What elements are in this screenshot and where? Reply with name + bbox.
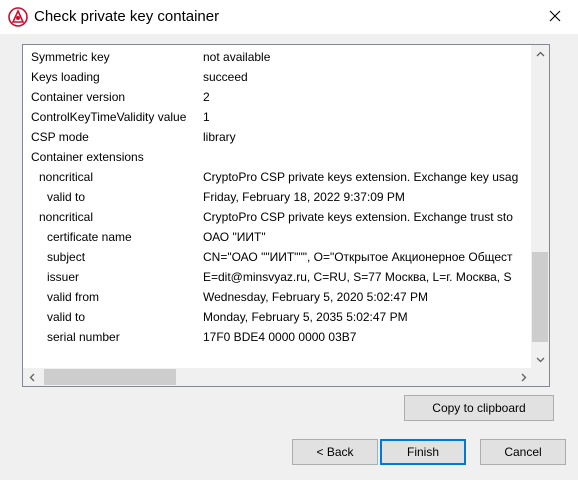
scrollbar-corner [531,368,549,386]
scroll-right-button[interactable] [515,368,532,386]
finish-button[interactable]: Finish [380,439,466,465]
cryptopro-logo-icon [8,7,28,27]
detail-key: valid to [47,190,86,204]
chevron-up-icon [536,51,544,56]
detail-key: serial number [47,330,120,344]
detail-key: Symmetric key [31,50,110,64]
detail-key: noncritical [39,210,94,224]
detail-value: ОАО "ИИТ" [203,230,266,244]
detail-key: valid to [47,310,86,324]
scroll-down-button[interactable] [531,351,549,368]
detail-value: 2 [203,90,210,104]
detail-value: E=dit@minsvyaz.ru, C=RU, S=77 Москва, L=… [203,270,512,284]
detail-row[interactable]: Keys loading succeed [23,67,532,87]
scroll-up-button[interactable] [531,45,549,62]
detail-key: Container version [31,90,126,104]
detail-key: valid from [47,290,100,304]
detail-value: CryptoPro CSP private keys extension. Ex… [203,210,513,224]
detail-value: Friday, February 18, 2022 9:37:09 PM [203,190,405,204]
detail-row[interactable]: valid to Monday, February 5, 2035 5:02:47… [23,307,532,327]
back-button[interactable]: < Back [292,439,378,465]
detail-key: ControlKeyTimeValidity value [31,110,187,124]
chevron-left-icon [29,373,34,381]
window-title: Check private key container [34,8,220,25]
details-list: Symmetric key not available Keys loading su… [23,45,532,368]
cancel-button[interactable]: Cancel [480,439,566,465]
chevron-right-icon [521,373,526,381]
detail-row[interactable]: issuer E=dit@minsvyaz.ru, C=RU, S=77 Моск… [23,267,532,287]
chevron-down-icon [536,357,544,362]
detail-value: 1 [203,110,210,124]
horizontal-scrollbar[interactable] [23,368,532,386]
detail-row[interactable]: subject CN="ОАО ""ИИТ""", O="Открытое Акц… [23,247,532,267]
detail-row[interactable]: Container version 2 [23,87,532,107]
detail-key: Keys loading [31,70,100,84]
detail-value: Wednesday, February 5, 2020 5:02:47 PM [203,290,429,304]
detail-value: library [203,130,236,144]
detail-row[interactable]: valid from Wednesday, February 5, 2020 5:… [23,287,532,307]
detail-key: certificate name [47,230,132,244]
detail-value: 17F0 BDE4 0000 0000 03B7 [203,330,357,344]
close-icon [549,10,561,22]
detail-row[interactable]: CSP mode library [23,127,532,147]
vertical-scroll-thumb[interactable] [532,252,548,342]
detail-row[interactable]: serial number 17F0 BDE4 0000 0000 03B7 [23,327,532,347]
detail-value: CryptoPro CSP private keys extension. Ex… [203,170,519,184]
title-bar: Check private key container [0,0,578,34]
copy-to-clipboard-button[interactable]: Copy to clipboard [404,395,554,421]
horizontal-scroll-thumb[interactable] [44,369,176,385]
detail-value: succeed [203,70,248,84]
detail-key: noncritical [39,170,94,184]
detail-row[interactable]: ControlKeyTimeValidity value 1 [23,107,532,127]
detail-value: Monday, February 5, 2035 5:02:47 PM [203,310,408,324]
detail-row[interactable]: noncritical CryptoPro CSP private keys ex… [23,167,532,187]
close-button[interactable] [532,0,578,32]
detail-row[interactable]: certificate name ОАО "ИИТ" [23,227,532,247]
detail-key: subject [47,250,86,264]
detail-value: CN="ОАО ""ИИТ""", O="Открытое Акционерно… [203,250,513,264]
detail-row[interactable]: Container extensions [23,147,532,167]
detail-key: issuer [47,270,80,284]
detail-key: Container extensions [31,150,144,164]
details-panel: Symmetric key not available Keys loading su… [22,44,550,387]
detail-row[interactable]: Symmetric key not available [23,47,532,67]
detail-row[interactable]: valid to Friday, February 18, 2022 9:37:0… [23,187,532,207]
vertical-scrollbar[interactable] [531,45,549,368]
detail-value: not available [203,50,271,64]
scroll-left-button[interactable] [23,368,40,386]
detail-key: CSP mode [31,130,89,144]
detail-row[interactable]: noncritical CryptoPro CSP private keys ex… [23,207,532,227]
